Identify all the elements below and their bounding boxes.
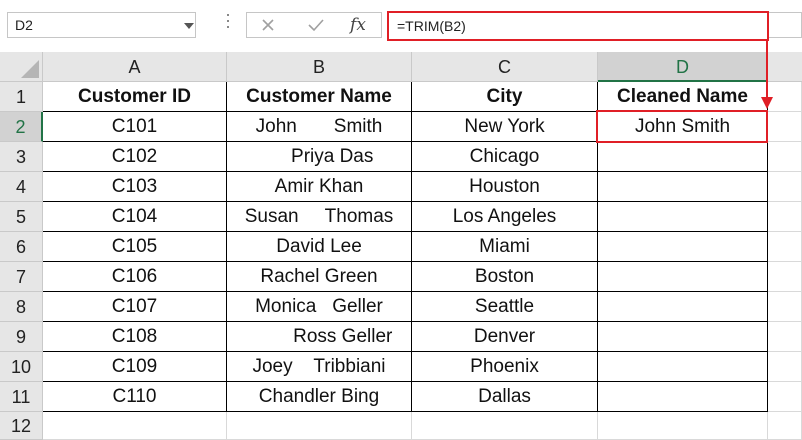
column-header-a[interactable]: A	[43, 52, 227, 82]
cell-c4[interactable]: Houston	[412, 172, 598, 202]
cell-d2[interactable]: John Smith	[598, 112, 768, 142]
select-all-icon	[21, 60, 39, 78]
cell-c2[interactable]: New York	[412, 112, 598, 142]
cell-b5[interactable]: Susan Thomas	[227, 202, 412, 232]
row-header-9[interactable]: 9	[0, 322, 43, 352]
chevron-down-icon[interactable]	[184, 23, 194, 29]
name-box-value: D2	[15, 17, 33, 33]
cell-c12[interactable]	[412, 412, 598, 440]
cell-e7[interactable]	[768, 262, 802, 292]
cell-d7[interactable]	[598, 262, 768, 292]
formula-buttons: fx	[246, 12, 382, 38]
select-all-button[interactable]	[0, 52, 43, 82]
cell-d4[interactable]	[598, 172, 768, 202]
cell-e5[interactable]	[768, 202, 802, 232]
row-header-12[interactable]: 12	[0, 412, 43, 440]
cell-c8[interactable]: Seattle	[412, 292, 598, 322]
cell-b12[interactable]	[227, 412, 412, 440]
cell-e3[interactable]	[768, 142, 802, 172]
cell-a5[interactable]: C104	[43, 202, 227, 232]
name-box[interactable]: D2	[7, 12, 196, 38]
row-header-2[interactable]: 2	[0, 112, 43, 142]
column-header-c[interactable]: C	[412, 52, 598, 82]
cell-d11[interactable]	[598, 382, 768, 412]
cell-a4[interactable]: C103	[43, 172, 227, 202]
close-icon[interactable]	[253, 14, 283, 36]
row-header-1[interactable]: 1	[0, 82, 43, 112]
cell-a9[interactable]: C108	[43, 322, 227, 352]
cell-b10[interactable]: Joey Tribbiani	[227, 352, 412, 382]
check-icon[interactable]	[301, 14, 331, 36]
cell-c1[interactable]: City	[412, 82, 598, 112]
column-header-d[interactable]: D	[598, 52, 768, 82]
cell-a6[interactable]: C105	[43, 232, 227, 262]
cell-b1[interactable]: Customer Name	[227, 82, 412, 112]
cell-a11[interactable]: C110	[43, 382, 227, 412]
cell-b11[interactable]: Chandler Bing	[227, 382, 412, 412]
formula-bar-area: D2 fx =TRIM(B2)	[0, 0, 802, 50]
cell-a8[interactable]: C107	[43, 292, 227, 322]
column-header-b[interactable]: B	[227, 52, 412, 82]
cell-c6[interactable]: Miami	[412, 232, 598, 262]
arrow-down-icon	[761, 97, 773, 109]
row-header-3[interactable]: 3	[0, 142, 43, 172]
connector-arrow-line	[766, 40, 768, 98]
cell-d3[interactable]	[598, 142, 768, 172]
cell-e8[interactable]	[768, 292, 802, 322]
cell-e12[interactable]	[768, 412, 802, 440]
cell-c10[interactable]: Phoenix	[412, 352, 598, 382]
cell-a1[interactable]: Customer ID	[43, 82, 227, 112]
cell-e2[interactable]	[768, 112, 802, 142]
cell-b7[interactable]: Rachel Green	[227, 262, 412, 292]
cell-a10[interactable]: C109	[43, 352, 227, 382]
cell-c7[interactable]: Boston	[412, 262, 598, 292]
row-header-6[interactable]: 6	[0, 232, 43, 262]
cell-d1[interactable]: Cleaned Name	[598, 82, 768, 112]
cell-e6[interactable]	[768, 232, 802, 262]
cell-b8[interactable]: Monica Geller	[227, 292, 412, 322]
cell-c11[interactable]: Dallas	[412, 382, 598, 412]
cell-e9[interactable]	[768, 322, 802, 352]
cell-b2[interactable]: John Smith	[227, 112, 412, 142]
cell-e1[interactable]	[768, 82, 802, 112]
cell-e10[interactable]	[768, 352, 802, 382]
cell-d6[interactable]	[598, 232, 768, 262]
row-header-7[interactable]: 7	[0, 262, 43, 292]
row-header-5[interactable]: 5	[0, 202, 43, 232]
cell-d8[interactable]	[598, 292, 768, 322]
row-header-4[interactable]: 4	[0, 172, 43, 202]
cell-b3[interactable]: Priya Das	[227, 142, 412, 172]
cell-a2[interactable]: C101	[43, 112, 227, 142]
cell-c5[interactable]: Los Angeles	[412, 202, 598, 232]
cell-d5[interactable]	[598, 202, 768, 232]
cell-a12[interactable]	[43, 412, 227, 440]
cell-a7[interactable]: C106	[43, 262, 227, 292]
formula-text: =TRIM(B2)	[397, 18, 466, 34]
cell-c9[interactable]: Denver	[412, 322, 598, 352]
cell-b6[interactable]: David Lee	[227, 232, 412, 262]
formula-input[interactable]: =TRIM(B2)	[387, 11, 769, 41]
column-header-e[interactable]	[768, 52, 802, 82]
row-header-10[interactable]: 10	[0, 352, 43, 382]
row-header-8[interactable]: 8	[0, 292, 43, 322]
cell-b4[interactable]: Amir Khan	[227, 172, 412, 202]
cell-e4[interactable]	[768, 172, 802, 202]
formula-bar-expand[interactable]	[769, 12, 802, 38]
cell-c3[interactable]: Chicago	[412, 142, 598, 172]
cell-a3[interactable]: C102	[43, 142, 227, 172]
cell-d9[interactable]	[598, 322, 768, 352]
cell-b9[interactable]: Ross Geller	[227, 322, 412, 352]
drag-handle-icon[interactable]	[226, 14, 230, 36]
cell-e11[interactable]	[768, 382, 802, 412]
cell-d12[interactable]	[598, 412, 768, 440]
insert-function-button[interactable]: fx	[343, 14, 373, 36]
row-header-11[interactable]: 11	[0, 382, 43, 412]
cell-d10[interactable]	[598, 352, 768, 382]
